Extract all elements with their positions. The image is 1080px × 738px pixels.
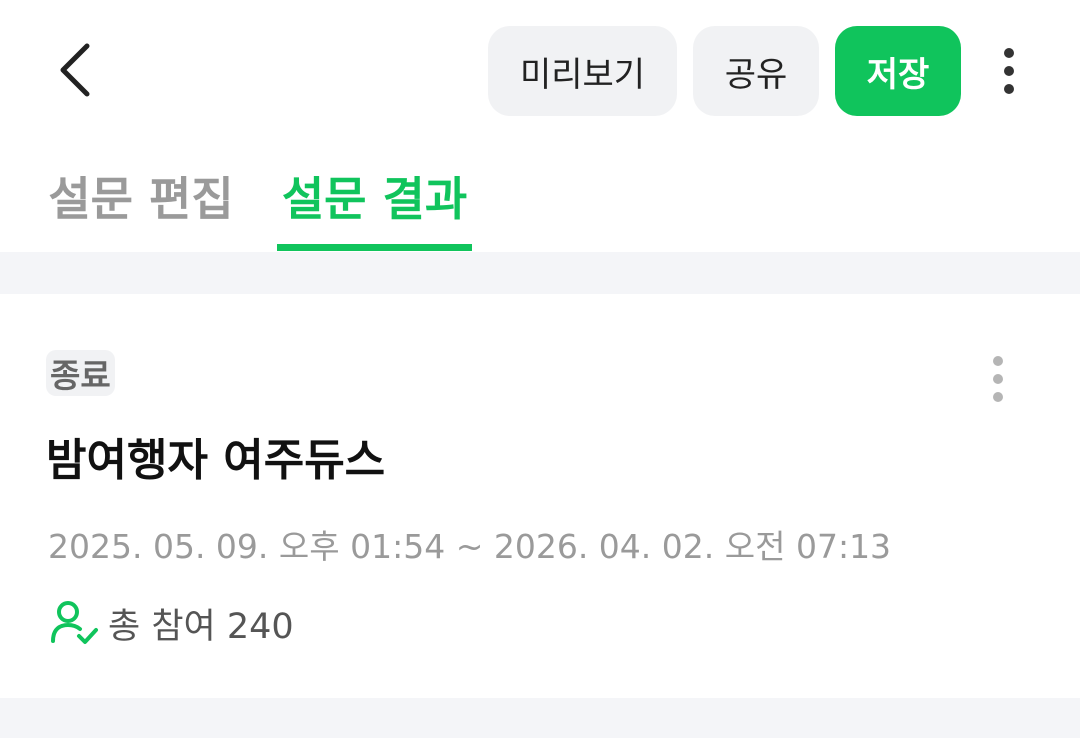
tab-survey-result[interactable]: 설문 결과 (277, 140, 472, 252)
active-tab-indicator (277, 244, 472, 251)
survey-title: 밤여행자 여주듀스 (46, 435, 386, 486)
section-divider (0, 252, 1080, 294)
more-vertical-icon (1004, 48, 1014, 58)
status-badge: 종료 (46, 350, 115, 396)
section-divider-bottom (0, 698, 1080, 738)
tab-survey-edit[interactable]: 설문 편집 (46, 140, 236, 252)
tab-bar: 설문 편집 설문 결과 (0, 140, 1080, 252)
back-button[interactable] (40, 30, 110, 110)
participant-count-label: 총 참여 240 (108, 606, 294, 647)
more-vertical-icon-dot (1004, 84, 1014, 94)
more-vertical-icon-dot (993, 392, 1003, 402)
more-vertical-icon-dot (1004, 66, 1014, 76)
save-button[interactable]: 저장 (835, 26, 961, 116)
card-more-options-button[interactable] (978, 352, 1018, 406)
more-vertical-icon (993, 356, 1003, 366)
user-check-icon (51, 601, 98, 644)
chevron-left-icon (60, 43, 90, 97)
preview-button[interactable]: 미리보기 (488, 26, 677, 116)
survey-date-range: 2025. 05. 09. 오후 01:54 ~ 2026. 04. 02. 오… (48, 527, 892, 566)
participant-count: 총 참여 240 (50, 598, 294, 648)
more-options-button[interactable] (985, 40, 1033, 102)
more-vertical-icon-dot (993, 374, 1003, 384)
share-button[interactable]: 공유 (693, 26, 819, 116)
top-bar: 미리보기 공유 저장 (0, 0, 1080, 140)
